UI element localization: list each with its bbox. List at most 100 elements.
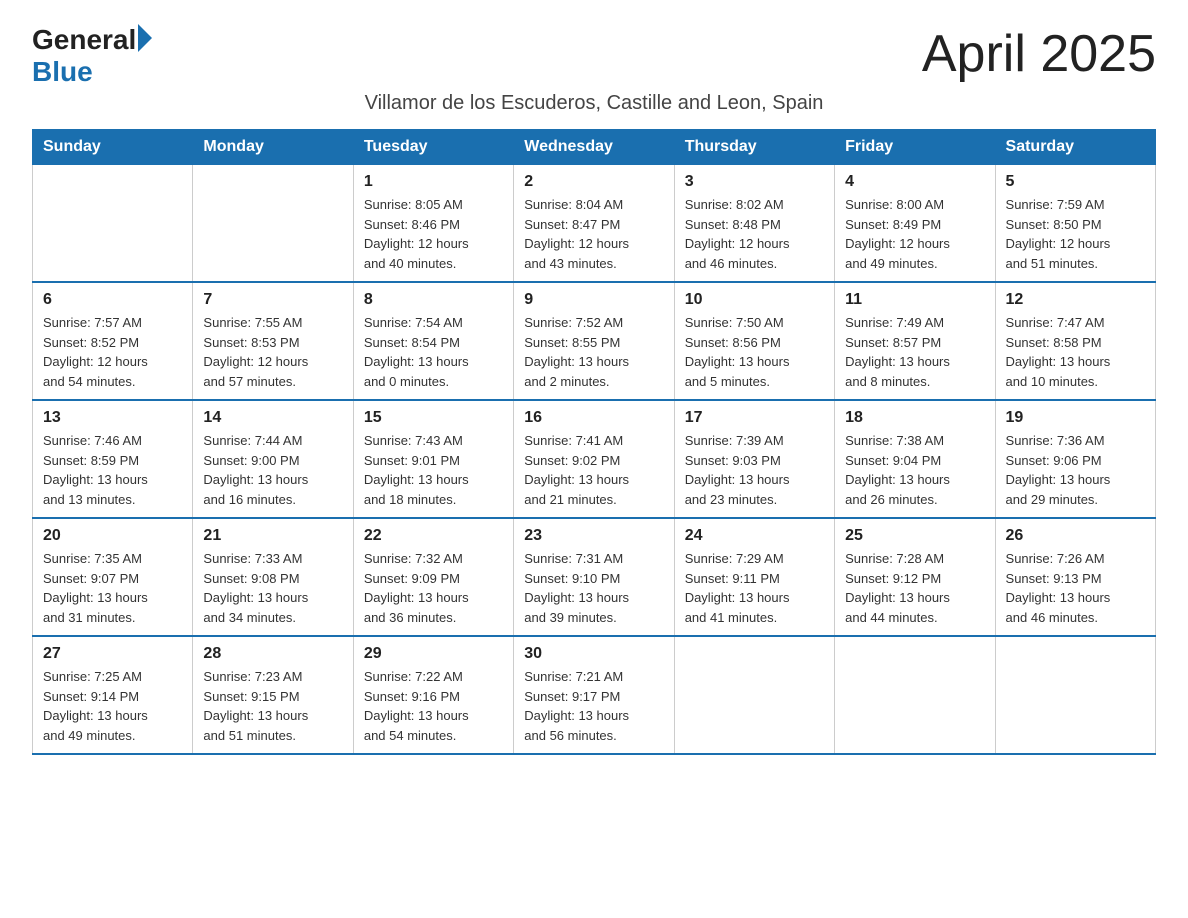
day-info: Sunrise: 7:36 AM Sunset: 9:06 PM Dayligh… — [1006, 431, 1145, 509]
calendar-cell: 29Sunrise: 7:22 AM Sunset: 9:16 PM Dayli… — [353, 636, 513, 754]
day-number: 7 — [203, 291, 342, 309]
calendar-cell: 11Sunrise: 7:49 AM Sunset: 8:57 PM Dayli… — [835, 282, 995, 400]
calendar-header-row: SundayMondayTuesdayWednesdayThursdayFrid… — [33, 130, 1156, 165]
day-info: Sunrise: 7:31 AM Sunset: 9:10 PM Dayligh… — [524, 549, 663, 627]
calendar-cell: 28 Sunrise: 7:23 AM Sunset: 9:15 PM Dayli… — [193, 636, 353, 754]
calendar-cell: 6 Sunrise: 7:57 AM Sunset: 8:52 PM Daylig… — [33, 282, 193, 400]
calendar-cell: 10 Sunrise: 7:50 AM Sunset: 8:56 PM Dayli… — [674, 282, 834, 400]
day-number: 12 — [1006, 291, 1145, 309]
day-number: 21 — [203, 527, 342, 545]
day-number: 23 — [524, 527, 663, 545]
day-number: 14 — [203, 409, 342, 427]
subtitle: Villamor de los Escuderos, Castille and … — [32, 92, 1156, 115]
day-number: 28 — [203, 645, 342, 663]
day-info: Sunrise: 7:25 AM Sunset: 9:14 PM Dayligh… — [43, 667, 182, 745]
calendar-cell: 19 Sunrise: 7:36 AM Sunset: 9:06 PM Dayli… — [995, 400, 1155, 518]
calendar-cell: 12 Sunrise: 7:47 AM Sunset: 8:58 PM Dayli… — [995, 282, 1155, 400]
day-number: 3 — [685, 173, 824, 191]
day-info: Sunrise: 7:55 AM Sunset: 8:53 PM Dayligh… — [203, 313, 342, 391]
day-info: Sunrise: 7:43 AM Sunset: 9:01 PM Dayligh… — [364, 431, 503, 509]
calendar-cell: 2 Sunrise: 8:04 AM Sunset: 8:47 PM Daylig… — [514, 165, 674, 283]
day-info: Sunrise: 7:21 AM Sunset: 9:17 PM Dayligh… — [524, 667, 663, 745]
calendar-cell: 17 Sunrise: 7:39 AM Sunset: 9:03 PM Dayli… — [674, 400, 834, 518]
calendar-cell — [33, 165, 193, 283]
day-number: 5 — [1006, 173, 1145, 191]
day-info: Sunrise: 7:32 AM Sunset: 9:09 PM Dayligh… — [364, 549, 503, 627]
calendar-cell: 24Sunrise: 7:29 AM Sunset: 9:11 PM Dayli… — [674, 518, 834, 636]
day-info: Sunrise: 7:54 AM Sunset: 8:54 PM Dayligh… — [364, 313, 503, 391]
day-info: Sunrise: 8:05 AM Sunset: 8:46 PM Dayligh… — [364, 195, 503, 273]
day-number: 25 — [845, 527, 984, 545]
weekday-header-wednesday: Wednesday — [514, 130, 674, 165]
day-number: 10 — [685, 291, 824, 309]
weekday-header-saturday: Saturday — [995, 130, 1155, 165]
calendar-cell: 27 Sunrise: 7:25 AM Sunset: 9:14 PM Dayli… — [33, 636, 193, 754]
calendar-cell — [193, 165, 353, 283]
day-number: 15 — [364, 409, 503, 427]
day-number: 17 — [685, 409, 824, 427]
day-info: Sunrise: 7:35 AM Sunset: 9:07 PM Dayligh… — [43, 549, 182, 627]
calendar-cell — [835, 636, 995, 754]
day-info: Sunrise: 7:33 AM Sunset: 9:08 PM Dayligh… — [203, 549, 342, 627]
calendar-cell: 4 Sunrise: 8:00 AM Sunset: 8:49 PM Daylig… — [835, 165, 995, 283]
day-number: 8 — [364, 291, 503, 309]
month-title: April 2025 — [922, 24, 1156, 84]
calendar-cell: 22 Sunrise: 7:32 AM Sunset: 9:09 PM Dayli… — [353, 518, 513, 636]
calendar-cell: 8 Sunrise: 7:54 AM Sunset: 8:54 PM Daylig… — [353, 282, 513, 400]
logo-general: General — [32, 24, 136, 56]
calendar-cell: 18Sunrise: 7:38 AM Sunset: 9:04 PM Dayli… — [835, 400, 995, 518]
day-number: 11 — [845, 291, 984, 309]
calendar-cell: 23 Sunrise: 7:31 AM Sunset: 9:10 PM Dayli… — [514, 518, 674, 636]
day-info: Sunrise: 7:28 AM Sunset: 9:12 PM Dayligh… — [845, 549, 984, 627]
calendar-week-row: 27 Sunrise: 7:25 AM Sunset: 9:14 PM Dayli… — [33, 636, 1156, 754]
day-number: 22 — [364, 527, 503, 545]
calendar-cell: 21 Sunrise: 7:33 AM Sunset: 9:08 PM Dayli… — [193, 518, 353, 636]
day-info: Sunrise: 7:50 AM Sunset: 8:56 PM Dayligh… — [685, 313, 824, 391]
day-info: Sunrise: 7:22 AM Sunset: 9:16 PM Dayligh… — [364, 667, 503, 745]
page-header: General Blue April 2025 — [32, 24, 1156, 88]
day-info: Sunrise: 7:39 AM Sunset: 9:03 PM Dayligh… — [685, 431, 824, 509]
day-info: Sunrise: 7:59 AM Sunset: 8:50 PM Dayligh… — [1006, 195, 1145, 273]
day-info: Sunrise: 7:38 AM Sunset: 9:04 PM Dayligh… — [845, 431, 984, 509]
day-info: Sunrise: 8:04 AM Sunset: 8:47 PM Dayligh… — [524, 195, 663, 273]
calendar-cell: 7 Sunrise: 7:55 AM Sunset: 8:53 PM Daylig… — [193, 282, 353, 400]
calendar-week-row: 6 Sunrise: 7:57 AM Sunset: 8:52 PM Daylig… — [33, 282, 1156, 400]
weekday-header-tuesday: Tuesday — [353, 130, 513, 165]
day-number: 2 — [524, 173, 663, 191]
day-info: Sunrise: 7:44 AM Sunset: 9:00 PM Dayligh… — [203, 431, 342, 509]
calendar-cell: 30 Sunrise: 7:21 AM Sunset: 9:17 PM Dayli… — [514, 636, 674, 754]
calendar-table: SundayMondayTuesdayWednesdayThursdayFrid… — [32, 129, 1156, 755]
day-number: 1 — [364, 173, 503, 191]
calendar-cell: 25 Sunrise: 7:28 AM Sunset: 9:12 PM Dayli… — [835, 518, 995, 636]
calendar-cell — [674, 636, 834, 754]
day-number: 20 — [43, 527, 182, 545]
weekday-header-monday: Monday — [193, 130, 353, 165]
day-number: 4 — [845, 173, 984, 191]
day-info: Sunrise: 8:00 AM Sunset: 8:49 PM Dayligh… — [845, 195, 984, 273]
day-info: Sunrise: 7:46 AM Sunset: 8:59 PM Dayligh… — [43, 431, 182, 509]
day-info: Sunrise: 7:23 AM Sunset: 9:15 PM Dayligh… — [203, 667, 342, 745]
calendar-cell: 13 Sunrise: 7:46 AM Sunset: 8:59 PM Dayli… — [33, 400, 193, 518]
day-info: Sunrise: 7:41 AM Sunset: 9:02 PM Dayligh… — [524, 431, 663, 509]
calendar-cell: 16 Sunrise: 7:41 AM Sunset: 9:02 PM Dayli… — [514, 400, 674, 518]
day-info: Sunrise: 7:57 AM Sunset: 8:52 PM Dayligh… — [43, 313, 182, 391]
calendar-cell: 26Sunrise: 7:26 AM Sunset: 9:13 PM Dayli… — [995, 518, 1155, 636]
calendar-cell: 15 Sunrise: 7:43 AM Sunset: 9:01 PM Dayli… — [353, 400, 513, 518]
day-number: 9 — [524, 291, 663, 309]
day-info: Sunrise: 7:47 AM Sunset: 8:58 PM Dayligh… — [1006, 313, 1145, 391]
calendar-cell — [995, 636, 1155, 754]
day-info: Sunrise: 8:02 AM Sunset: 8:48 PM Dayligh… — [685, 195, 824, 273]
day-number: 30 — [524, 645, 663, 663]
logo: General Blue — [32, 24, 152, 88]
calendar-week-row: 1 Sunrise: 8:05 AM Sunset: 8:46 PM Daylig… — [33, 165, 1156, 283]
day-number: 16 — [524, 409, 663, 427]
day-number: 19 — [1006, 409, 1145, 427]
day-number: 27 — [43, 645, 182, 663]
logo-blue: Blue — [32, 56, 93, 88]
day-number: 6 — [43, 291, 182, 309]
calendar-week-row: 13 Sunrise: 7:46 AM Sunset: 8:59 PM Dayli… — [33, 400, 1156, 518]
weekday-header-friday: Friday — [835, 130, 995, 165]
weekday-header-thursday: Thursday — [674, 130, 834, 165]
day-number: 13 — [43, 409, 182, 427]
day-info: Sunrise: 7:26 AM Sunset: 9:13 PM Dayligh… — [1006, 549, 1145, 627]
